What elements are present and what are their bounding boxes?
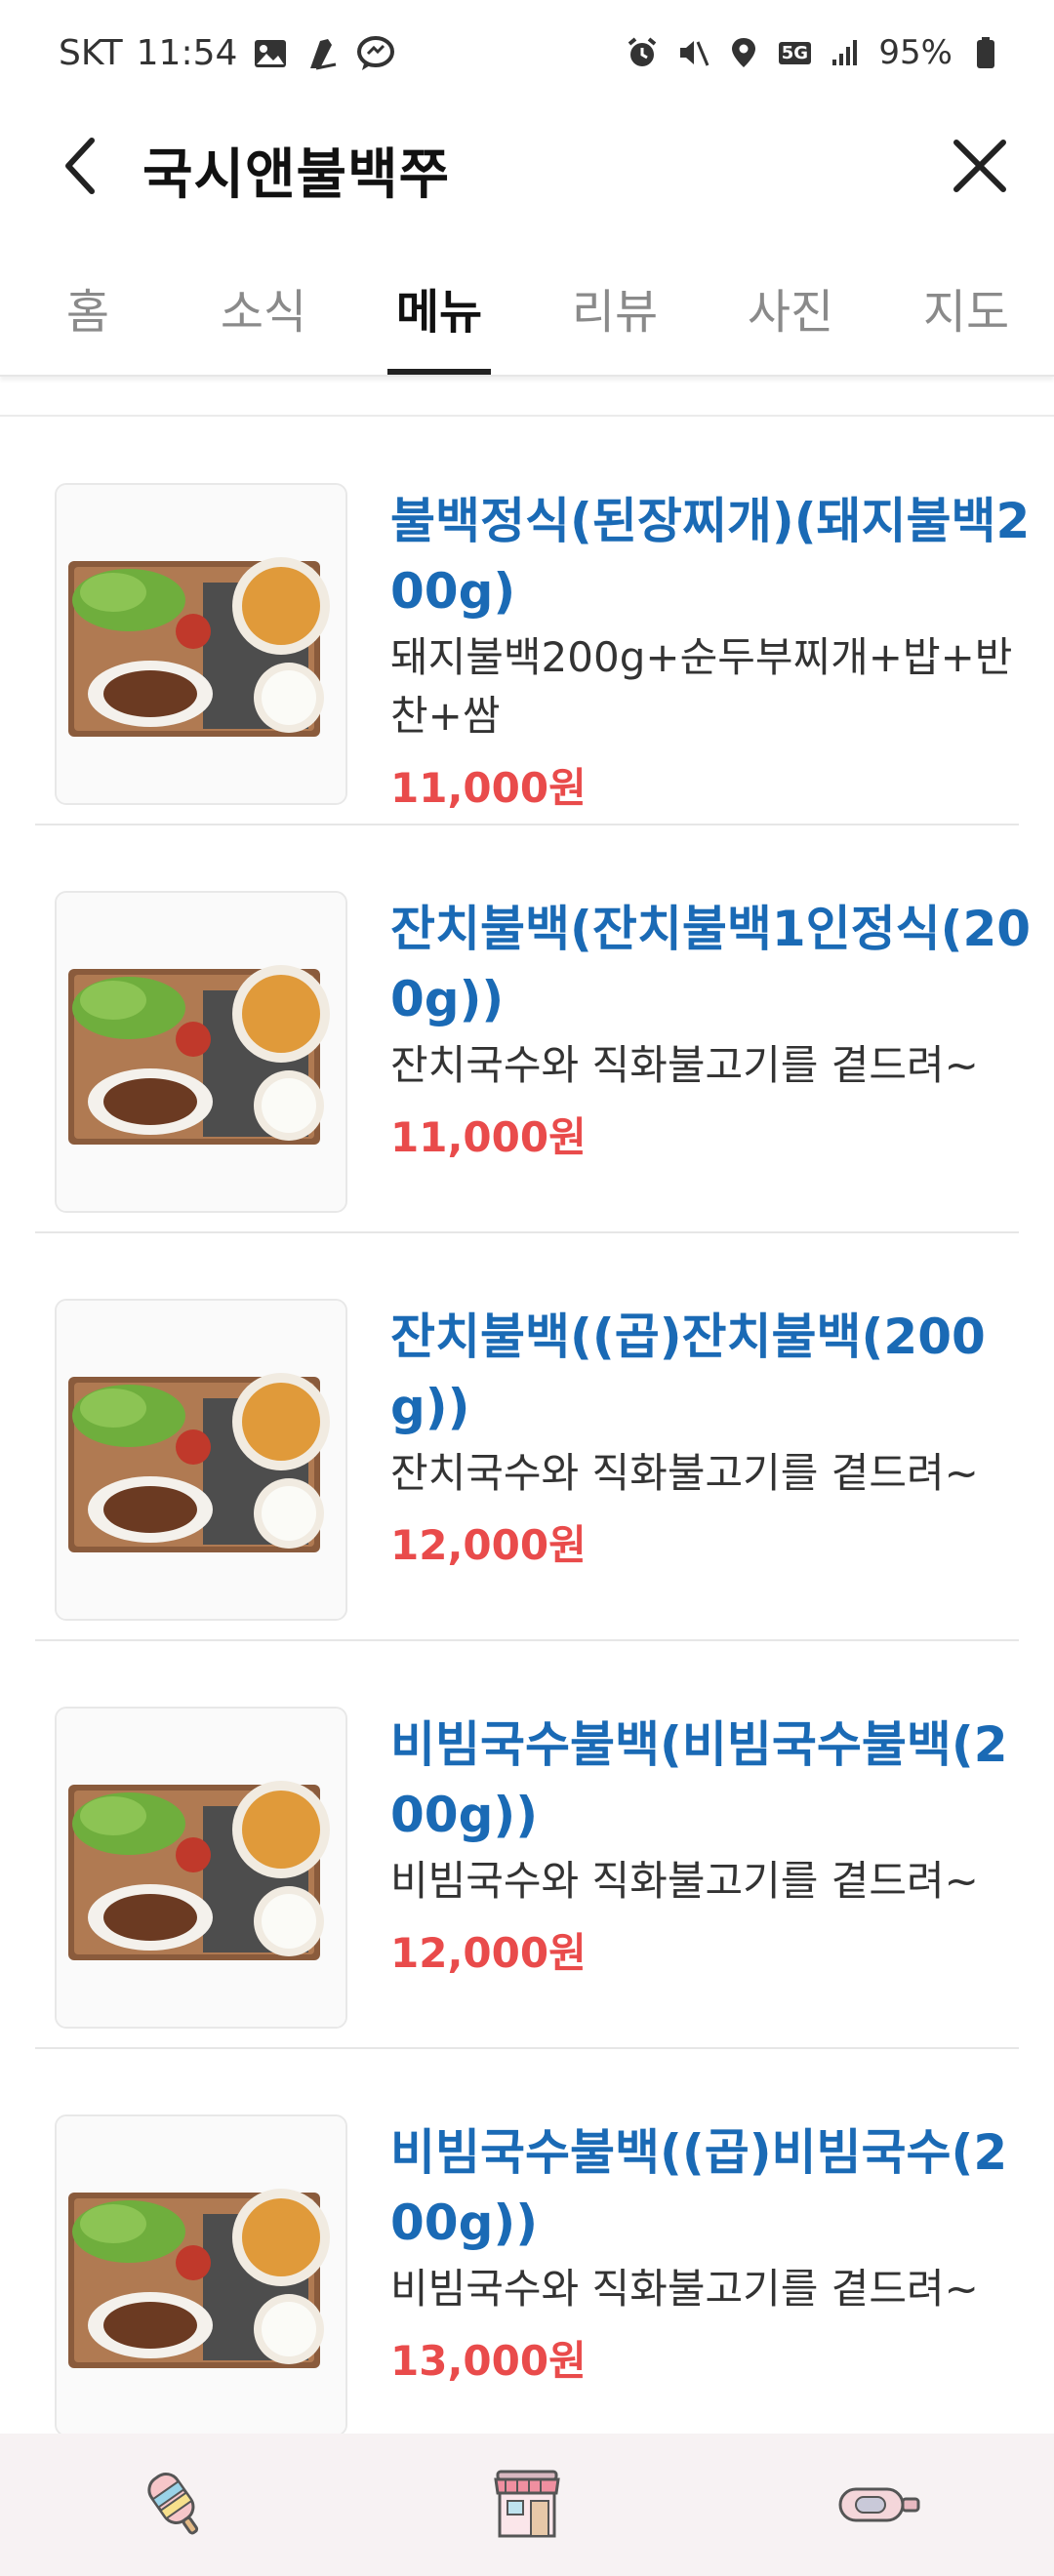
divider: [0, 415, 1054, 417]
menu-item-price: 12,000원: [390, 1521, 587, 1569]
mute-icon: [675, 33, 710, 72]
page-title: 국시앤불백쭈: [142, 143, 451, 207]
menu-list: 불백정식(된장찌개)(돼지불백200g) 돼지불백200g+순두부찌개+밥+반찬…: [35, 418, 1031, 2455]
menu-item[interactable]: 잔치불백(잔치불백1인정식(200g)) 잔치국수와 직화불고기를 곁드려~ 1…: [35, 825, 1031, 1233]
menu-item-price: 11,000원: [390, 1113, 587, 1161]
status-right: 5G 95%: [625, 33, 1003, 72]
menu-item[interactable]: 잔치불백((곱)잔치불백(200g)) 잔치국수와 직화불고기를 곁드려~ 12…: [35, 1233, 1019, 1641]
menu-item-name: 잔치불백((곱)잔치불백(200g)): [390, 1308, 986, 1435]
menu-item-price: 11,000원: [390, 764, 587, 812]
menu-item-name: 불백정식(된장찌개)(돼지불백200g): [390, 493, 1031, 620]
carrier-label: SKT: [59, 33, 123, 73]
ticket-icon: [838, 2487, 920, 2522]
menu-item-price: 13,000원: [390, 2337, 587, 2385]
battery-percent: 95%: [878, 33, 953, 72]
store-icon: [494, 2470, 560, 2538]
menu-item-image: [55, 1299, 347, 1621]
menu-item-desc: 비빔국수와 직화불고기를 곁드려~: [390, 1857, 979, 1905]
bottom-nav: [0, 2434, 1054, 2576]
menu-item-text: 잔치불백(잔치불백1인정식(200g)) 잔치국수와 직화불고기를 곁드려~ 1…: [390, 894, 1034, 1167]
pen-icon: [304, 34, 343, 73]
menu-item[interactable]: 불백정식(된장찌개)(돼지불백200g) 돼지불백200g+순두부찌개+밥+반찬…: [35, 418, 1030, 825]
menu-item-text: 불백정식(된장찌개)(돼지불백200g) 돼지불백200g+순두부찌개+밥+반찬…: [390, 486, 1034, 818]
menu-item-price: 12,000원: [390, 1929, 587, 1977]
location-icon: [726, 33, 761, 72]
menu-item-desc: 비빔국수와 직화불고기를 곁드려~: [390, 2265, 979, 2313]
clock: 11:54: [136, 33, 238, 73]
back-button[interactable]: [49, 135, 111, 197]
close-button[interactable]: [945, 131, 1015, 201]
menu-item-image: [55, 891, 347, 1213]
close-icon: [953, 140, 1006, 192]
app-header: 국시앤불백쭈: [0, 117, 1054, 215]
menu-item-text: 비빔국수불백(비빔국수불백(200g)) 비빔국수와 직화불고기를 곁드려~ 1…: [390, 1710, 1034, 1983]
network-badge: 5G: [777, 33, 812, 72]
tab-map[interactable]: 지도: [878, 254, 1054, 375]
nav-delivery-button[interactable]: [117, 2446, 234, 2563]
alarm-icon: [625, 33, 660, 72]
menu-item-name: 비빔국수불백((곱)비빔국수(200g)): [390, 2124, 1008, 2251]
tab-bar: 홈 소식 메뉴 리뷰 사진 지도: [0, 254, 1054, 377]
battery-icon: [968, 33, 1003, 72]
status-left: SKT 11:54: [59, 33, 395, 73]
menu-item-text: 잔치불백((곱)잔치불백(200g)) 잔치국수와 직화불고기를 곁드려~ 12…: [390, 1302, 1034, 1575]
chevron-left-icon: [65, 138, 95, 194]
gallery-icon: [251, 34, 290, 73]
messenger-icon: [356, 34, 395, 73]
signal-icon: [828, 33, 863, 72]
menu-item[interactable]: 비빔국수불백((곱)비빔국수(200g)) 비빔국수와 직화불고기를 곁드려~ …: [35, 2049, 1019, 2455]
tab-menu[interactable]: 메뉴: [351, 254, 527, 375]
tab-photos[interactable]: 사진: [703, 254, 878, 375]
menu-item[interactable]: 비빔국수불백(비빔국수불백(200g)) 비빔국수와 직화불고기를 곁드려~ 1…: [35, 1641, 1019, 2049]
menu-item-image: [55, 2114, 347, 2436]
menu-item-desc: 잔치국수와 직화불고기를 곁드려~: [390, 1449, 979, 1497]
menu-item-desc: 잔치국수와 직화불고기를 곁드려~: [390, 1041, 979, 1089]
popsicle-icon: [147, 2472, 199, 2535]
menu-item-image: [55, 483, 347, 805]
menu-item-desc: 돼지불백200g+순두부찌개+밥+반찬+쌈: [390, 633, 1013, 740]
menu-item-image: [55, 1707, 347, 2029]
nav-coupon-button[interactable]: [820, 2446, 937, 2563]
menu-item-text: 비빔국수불백((곱)비빔국수(200g)) 비빔국수와 직화불고기를 곁드려~ …: [390, 2117, 1034, 2391]
status-bar: SKT 11:54 5G 95%: [0, 0, 1054, 117]
tab-news[interactable]: 소식: [176, 254, 351, 375]
tab-reviews[interactable]: 리뷰: [527, 254, 703, 375]
menu-item-name: 비빔국수불백(비빔국수불백(200g)): [390, 1716, 1008, 1843]
nav-store-button[interactable]: [468, 2446, 586, 2563]
menu-item-name: 잔치불백(잔치불백1인정식(200g)): [390, 901, 1032, 1027]
tab-home[interactable]: 홈: [0, 254, 176, 375]
